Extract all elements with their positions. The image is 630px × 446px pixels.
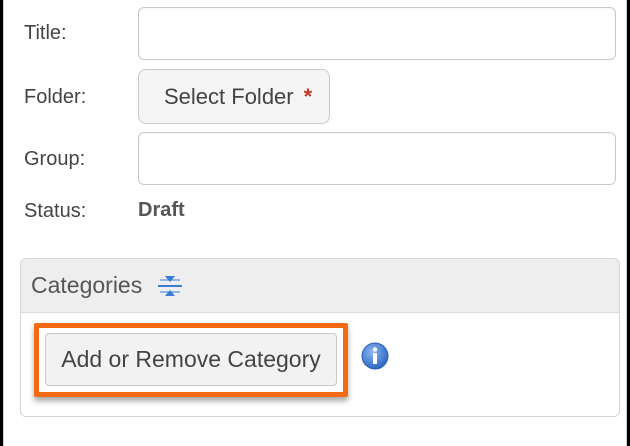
add-remove-category-button[interactable]: Add or Remove Category [45, 333, 337, 386]
status-value: Draft [138, 199, 185, 221]
group-input[interactable] [138, 132, 616, 185]
collapse-expand-icon[interactable] [156, 272, 184, 300]
required-marker: * [303, 83, 313, 109]
bottom-strip [4, 432, 626, 446]
group-label: Group: [24, 148, 86, 170]
select-folder-button[interactable]: Select Folder * [138, 69, 330, 124]
select-folder-label: Select Folder [164, 83, 294, 109]
categories-header: Categories [21, 259, 619, 313]
status-label: Status: [24, 200, 87, 222]
form-panel: Title: Folder: Select Folder * Group: St… [3, 0, 627, 446]
categories-title: Categories [31, 272, 143, 298]
info-icon[interactable] [360, 341, 390, 371]
folder-label: Folder: [24, 86, 87, 108]
title-label: Title: [24, 22, 67, 44]
title-input[interactable] [138, 7, 616, 60]
